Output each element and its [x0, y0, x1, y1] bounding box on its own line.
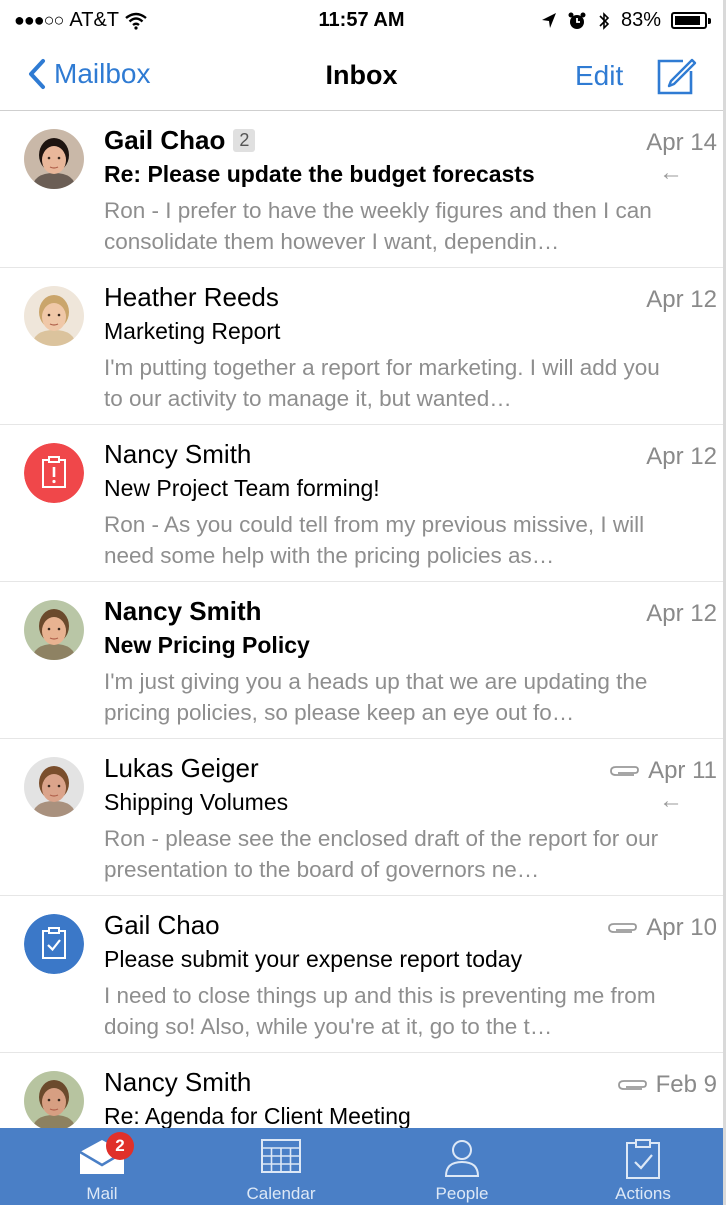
message-preview: I need to close things up and this is pr… [104, 983, 656, 1039]
contact-photo-icon [24, 286, 84, 346]
tab-label: Mail [86, 1184, 118, 1203]
nav-bar: Mailbox Inbox Edit [0, 44, 723, 111]
message-date: Apr 10 [646, 914, 717, 941]
message-subject: New Project Team forming! [104, 475, 380, 501]
message-date-area: Apr 12 [646, 600, 717, 628]
sender-name: Heather Reeds [104, 282, 279, 313]
tab-label: Actions [615, 1184, 671, 1203]
person-icon [444, 1140, 480, 1177]
sender-name: Lukas Geiger [104, 753, 259, 784]
message-date-area: Apr 10 [606, 914, 717, 942]
paperclip-icon [617, 1080, 647, 1090]
message-preview: Ron - As you could tell from my previous… [104, 512, 645, 568]
contact-photo-icon [24, 129, 84, 189]
message-preview: I'm putting together a report for market… [104, 355, 660, 411]
sender-avatar [24, 914, 84, 974]
message-subject: Re: Agenda for Client Meeting [104, 1103, 411, 1129]
replied-arrow-icon: ← [659, 787, 683, 814]
battery-percent: 83% [620, 9, 661, 31]
mail-app-screen: ●●●○○ AT&T 11:57 AM 83% Mailbox Inbox Ed… [0, 0, 726, 1205]
tab-label: People [435, 1184, 489, 1203]
tab-people[interactable]: People [402, 1128, 522, 1205]
message-date: Apr 12 [646, 443, 717, 470]
sender-label: Heather Reeds [104, 282, 279, 312]
message-list: Gail Chao 2 Apr 14 ← Re: Please update the b… [0, 111, 723, 1205]
contact-photo-icon [24, 1071, 84, 1131]
message-subject: Shipping Volumes [104, 789, 289, 815]
location-icon [541, 12, 556, 28]
sender-label: Gail Chao [104, 910, 220, 940]
sender-avatar [24, 1071, 84, 1131]
message-preview: Ron - please see the enclosed draft of t… [104, 826, 659, 882]
message-preview: Ron - I prefer to have the weekly figure… [104, 198, 652, 254]
sender-label: Nancy Smith [104, 1067, 252, 1097]
replied-arrow-icon: ← [659, 159, 683, 186]
message-subject: Please submit your expense report today [104, 946, 523, 972]
message-date-area: Apr 12 [646, 286, 717, 314]
sender-label: Gail Chao [104, 125, 226, 155]
message-row[interactable]: Lukas Geiger Apr 11 ← Shipping Volumes Ron -… [0, 739, 723, 896]
tab-calendar[interactable]: Calendar [221, 1128, 341, 1205]
sender-avatar [24, 600, 84, 660]
clipboard-check-icon [626, 1139, 660, 1179]
status-right: 83% [541, 9, 711, 32]
tab-actions[interactable]: Actions [583, 1128, 703, 1205]
battery-icon [671, 12, 711, 29]
message-date: Apr 11 [648, 757, 717, 784]
message-date-area: Feb 9 [616, 1071, 717, 1099]
compose-icon[interactable] [655, 55, 697, 97]
calendar-icon [261, 1139, 301, 1173]
paperclip-icon [608, 923, 638, 933]
message-subject: Re: Please update the budget forecasts [104, 161, 535, 187]
check-clipboard-icon [24, 914, 84, 974]
contact-photo-icon [24, 600, 84, 660]
mail-unread-badge: 2 [106, 1132, 134, 1160]
message-row[interactable]: Nancy Smith Apr 12 New Project Team formin… [0, 425, 723, 582]
sender-avatar [24, 286, 84, 346]
message-date: Feb 9 [655, 1071, 717, 1098]
sender-label: Nancy Smith [104, 439, 252, 469]
paperclip-icon [610, 766, 639, 776]
sender-label: Lukas Geiger [104, 753, 259, 783]
sender-avatar [24, 443, 84, 503]
sender-label: Nancy Smith [104, 596, 262, 626]
tab-label: Calendar [246, 1184, 316, 1203]
message-date: Apr 12 [646, 286, 717, 313]
alert-clipboard-icon [24, 443, 84, 503]
tab-mail[interactable]: 2 Mail [42, 1128, 162, 1205]
edit-button[interactable]: Edit [575, 60, 623, 92]
battery-level [675, 16, 700, 25]
message-date-area: Apr 12 [646, 443, 717, 471]
contact-photo-icon [24, 757, 84, 817]
message-date: Apr 14 [646, 129, 717, 156]
sender-name: Nancy Smith [104, 596, 262, 627]
message-row[interactable]: Gail Chao Apr 10 Please submit your expens… [0, 896, 723, 1053]
sender-name: Gail Chao [104, 910, 220, 941]
message-date: Apr 12 [646, 600, 717, 627]
sender-name: Gail Chao 2 [104, 125, 256, 156]
message-row[interactable]: Gail Chao 2 Apr 14 ← Re: Please update the b… [0, 111, 723, 268]
message-row[interactable]: Heather Reeds Apr 12 Marketing Report I'm p… [0, 268, 723, 425]
message-preview: I'm just giving you a heads up that we a… [104, 669, 648, 725]
status-bar: ●●●○○ AT&T 11:57 AM 83% [0, 0, 723, 44]
message-date-area: Apr 14 [646, 129, 717, 157]
message-subject: New Pricing Policy [104, 632, 310, 658]
sender-name: Nancy Smith [104, 1067, 251, 1098]
battery-tip [708, 18, 711, 24]
bluetooth-icon [599, 11, 610, 30]
tab-bar: 2 Mail Calendar People Actions [0, 1128, 723, 1205]
message-date-area: Apr 11 [608, 757, 717, 785]
alarm-icon [568, 12, 586, 29]
sender-avatar [24, 757, 84, 817]
message-subject: Marketing Report [104, 318, 281, 344]
message-row[interactable]: Nancy Smith Apr 12 New Pricing Policy I'm j… [0, 582, 723, 739]
sender-avatar [24, 129, 84, 189]
thread-count-badge: 2 [233, 129, 256, 152]
sender-name: Nancy Smith [104, 439, 251, 470]
